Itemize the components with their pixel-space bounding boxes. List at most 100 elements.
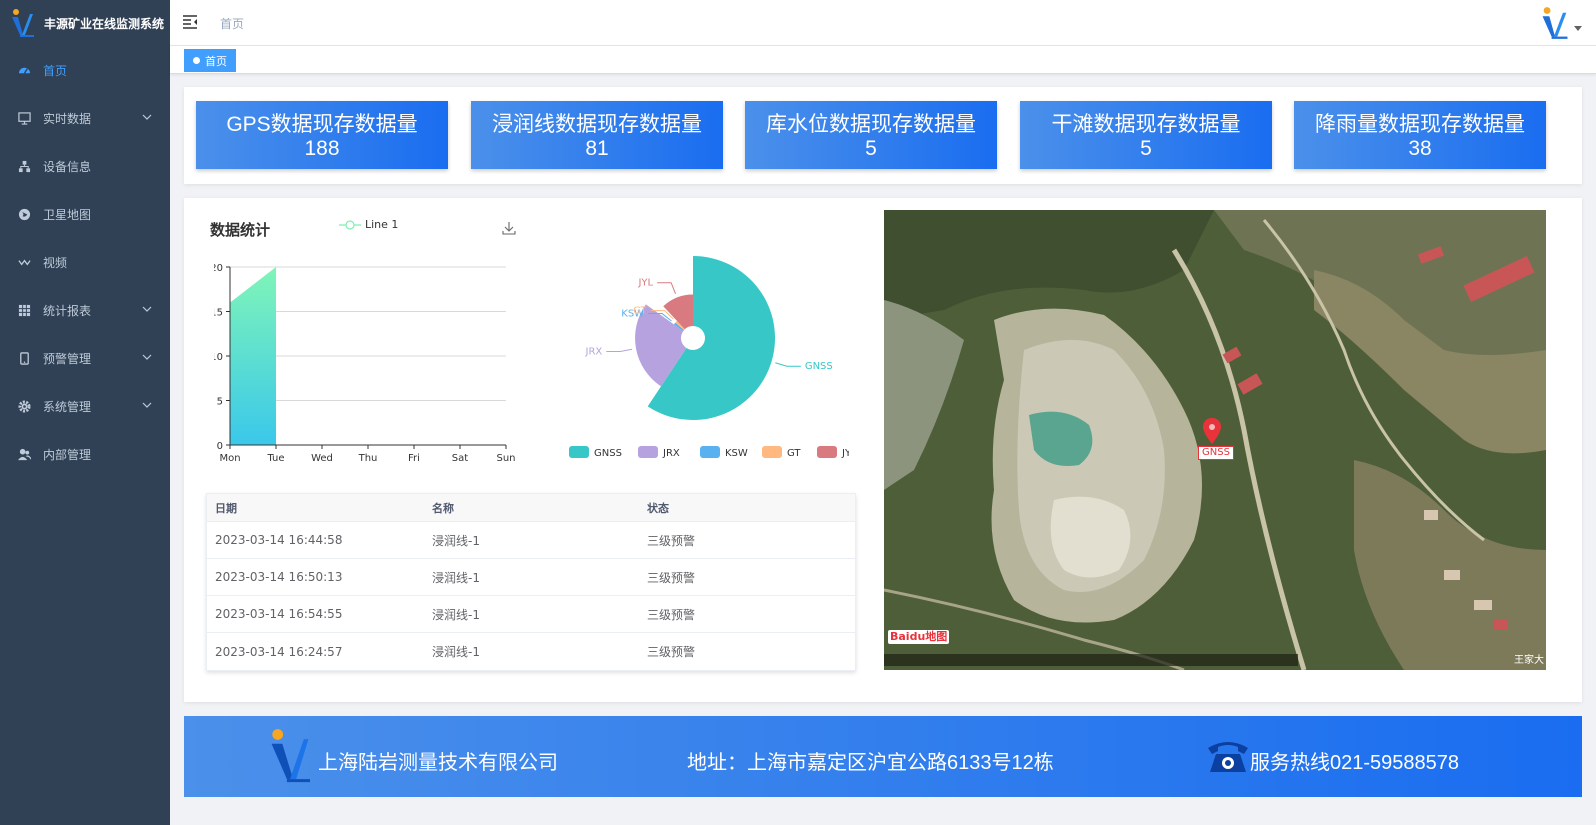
stat-value: 5 (865, 137, 877, 160)
stat-value: 5 (1140, 137, 1152, 160)
stat-label: 降雨量数据现存数据量 (1315, 113, 1525, 136)
area-series[interactable] (230, 267, 276, 445)
legend-label[interactable]: GT (787, 448, 801, 459)
download-icon[interactable] (501, 220, 517, 236)
pie-label-line (606, 348, 633, 352)
x-tick-label: Sun (496, 453, 515, 464)
x-tick-label: Thu (358, 453, 378, 464)
video-icon (17, 255, 31, 269)
sidebar-item-label: 设备信息 (43, 159, 92, 174)
column-header-date[interactable]: 日期 (207, 500, 424, 516)
legend-label[interactable]: JRX (662, 448, 680, 459)
chevron-down-icon (142, 354, 152, 360)
cell-name: 浸润线-1 (432, 645, 480, 659)
legend-swatch[interactable] (762, 446, 782, 458)
table-row[interactable]: 2023-03-14 16:54:55 浸润线-1 三级预警 (207, 596, 855, 633)
sidebar-item-device-info[interactable]: 设备信息 (0, 142, 170, 190)
pie-label-line (657, 282, 677, 295)
legend-swatch[interactable] (817, 446, 837, 458)
stat-card-dry-beach[interactable]: 干滩数据现存数据量 5 (1020, 101, 1272, 169)
table-icon (17, 303, 31, 317)
column-header-status[interactable]: 状态 (639, 500, 855, 516)
phone-icon (17, 351, 31, 365)
sidebar-item-alerts[interactable]: 预警管理 (0, 334, 170, 382)
legend-label[interactable]: GNSS (594, 448, 622, 459)
app-title: 丰源矿业在线监测系统 (44, 16, 165, 31)
stat-value: 81 (585, 137, 609, 160)
breadcrumb: 首页 (220, 17, 245, 31)
tree-icon (17, 159, 31, 173)
globe-icon (17, 207, 31, 221)
sidebar-item-home[interactable]: 首页 (0, 46, 170, 94)
monitor-icon (17, 111, 31, 125)
map-marker-icon[interactable] (1202, 418, 1222, 444)
caret-down-icon[interactable] (1574, 26, 1582, 32)
x-tick-label: Sat (452, 453, 468, 464)
x-tick-label: Mon (219, 453, 240, 464)
telephone-icon (1208, 742, 1248, 772)
cell-status: 三级预警 (647, 533, 696, 548)
x-tick-label: Fri (408, 453, 420, 464)
chart-title: 数据统计 (210, 221, 271, 239)
legend-label: Line 1 (365, 218, 399, 231)
table-row[interactable]: 2023-03-14 16:44:58 浸润线-1 三级预警 (207, 522, 855, 559)
stat-card-reservoir-level[interactable]: 库水位数据现存数据量 5 (745, 101, 997, 169)
column-header-name[interactable]: 名称 (424, 500, 639, 516)
sidebar-item-reports[interactable]: 统计报表 (0, 286, 170, 334)
map-marker-label: GNSS (1198, 446, 1234, 460)
sidebar-item-system[interactable]: 系统管理 (0, 382, 170, 430)
gear-icon (17, 399, 31, 413)
table-row[interactable]: 2023-03-14 16:24:57 浸润线-1 三级预警 (207, 633, 855, 670)
pie-slice-label: JYL (637, 278, 653, 289)
stat-card-seepage-line[interactable]: 浸润线数据现存数据量 81 (471, 101, 723, 169)
sidebar-item-label: 首页 (43, 63, 68, 78)
cell-status: 三级预警 (647, 645, 696, 659)
avatar[interactable] (1540, 6, 1570, 40)
sidebar-item-realtime-data[interactable]: 实时数据 (0, 94, 170, 142)
sidebar-item-label: 预警管理 (43, 351, 92, 366)
dashboard-icon (17, 63, 31, 77)
baidu-map-logo: Baidu地图 (888, 630, 950, 644)
legend-swatch[interactable] (638, 446, 658, 458)
stat-card-gps[interactable]: GPS数据现存数据量 188 (196, 101, 448, 169)
stat-value: 38 (1408, 137, 1432, 160)
stat-card-rainfall[interactable]: 降雨量数据现存数据量 38 (1294, 101, 1546, 169)
cell-date: 2023-03-14 16:50:13 (215, 570, 343, 584)
satellite-map[interactable]: GNSS Baidu地图 王家大 (884, 210, 1546, 670)
y-tick-label: 10 (214, 352, 223, 363)
cell-name: 浸润线-1 (432, 533, 480, 548)
sidebar-item-label: 实时数据 (43, 111, 92, 126)
sidebar-item-internal[interactable]: 内部管理 (0, 430, 170, 478)
sidebar-item-video[interactable]: 视频 (0, 238, 170, 286)
legend-swatch[interactable] (569, 446, 589, 458)
sidebar: 丰源矿业在线监测系统 首页 实时数据 设备信息 卫星地图 视频 统计报表 预警管… (0, 0, 170, 825)
sidebar-item-label: 视频 (43, 255, 68, 270)
cell-status: 三级预警 (647, 570, 696, 585)
sidebar-menu: 首页 实时数据 设备信息 卫星地图 视频 统计报表 预警管理 系统管理 内部管理 (0, 46, 170, 478)
x-tick-label: Wed (311, 453, 333, 464)
legend-label[interactable]: KSW (725, 448, 748, 459)
cell-date: 2023-03-14 16:44:58 (215, 533, 343, 547)
alert-table: 日期 名称 状态 2023-03-14 16:44:58 浸润线-1 三级预警 … (206, 493, 856, 671)
topbar: 首页 (170, 0, 1596, 46)
x-tick-label: Tue (266, 453, 284, 464)
pie-label-line (775, 362, 801, 367)
sidebar-item-label: 系统管理 (43, 399, 92, 414)
pie-slice-label: GT (633, 306, 647, 317)
tag-home[interactable]: 首页 (184, 49, 236, 72)
footer-hotline: 服务热线021-59588578 (1250, 752, 1460, 774)
chevron-down-icon (142, 114, 152, 120)
hamburger-icon[interactable] (182, 14, 198, 30)
table-row[interactable]: 2023-03-14 16:50:13 浸润线-1 三级预警 (207, 559, 855, 596)
legend-swatch[interactable] (700, 446, 720, 458)
brand[interactable]: 丰源矿业在线监测系统 (0, 0, 170, 46)
y-tick-label: 5 (217, 397, 223, 408)
users-icon (17, 447, 31, 461)
legend-label[interactable]: JYL (841, 448, 849, 459)
area-chart: 0 5 10 15 20 Mon Tue Wed Thu Fri Sat Sun (214, 263, 516, 464)
sidebar-item-satellite-map[interactable]: 卫星地图 (0, 190, 170, 238)
stat-value: 188 (304, 137, 340, 160)
company-logo-icon (12, 9, 34, 37)
chart-legend[interactable]: Line 1 (339, 218, 398, 231)
footer-address: 地址：上海市嘉定区沪宜公路6133号12栋 (687, 752, 1054, 774)
